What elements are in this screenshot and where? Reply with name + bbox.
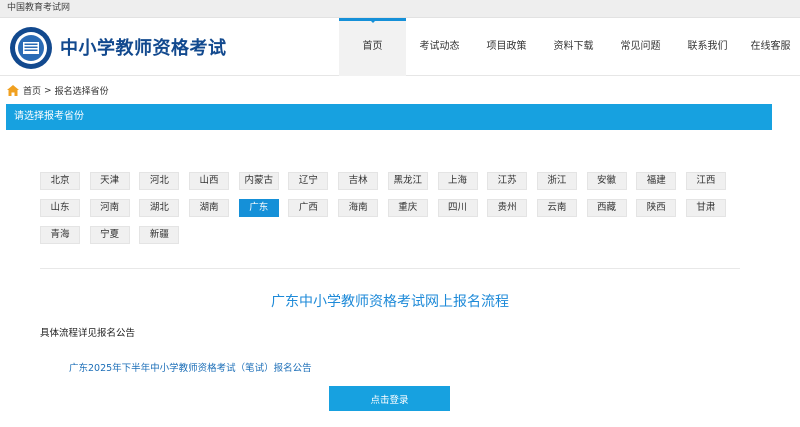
province-button[interactable]: 西藏 xyxy=(586,199,627,217)
detail-label: 具体流程详见报名公告 xyxy=(40,328,136,339)
main-nav: 首页 考试动态 项目政策 资料下载 常见问题 联系我们 在线客服 xyxy=(339,18,800,76)
province-button[interactable]: 宁夏 xyxy=(89,226,130,244)
province-button[interactable]: 黑龙江 xyxy=(387,172,428,190)
province-button[interactable]: 广东 xyxy=(238,199,279,217)
province-grid: 北京 天津 河北 山西 内蒙古 辽宁 吉林 黑龙江 上海 江苏 浙江 安徽 福建 江西山东 河南 湖北 湖南 广东… xyxy=(40,172,740,253)
province-button[interactable]: 甘肃 xyxy=(685,199,726,217)
province-button[interactable]: 内蒙古 xyxy=(238,172,279,190)
province-button[interactable]: 四川 xyxy=(437,199,478,217)
logo-icon[interactable] xyxy=(9,26,53,70)
nav-home[interactable]: 首页 xyxy=(339,18,406,76)
province-button[interactable]: 江西 xyxy=(685,172,726,190)
province-button[interactable]: 福建 xyxy=(636,172,677,190)
login-button[interactable]: 点击登录 xyxy=(329,386,450,411)
province-button[interactable]: 北京 xyxy=(40,172,80,190)
section-banner: 请选择报考省份 xyxy=(6,104,772,130)
province-button[interactable]: 辽宁 xyxy=(288,172,329,190)
province-button[interactable]: 海南 xyxy=(338,199,379,217)
province-button[interactable]: 安徽 xyxy=(586,172,627,190)
nav-policy[interactable]: 项目政策 xyxy=(473,18,540,76)
nav-downloads-label: 资料下载 xyxy=(553,41,594,52)
divider xyxy=(40,268,740,269)
province-button[interactable]: 贵州 xyxy=(487,199,528,217)
province-button[interactable]: 青海 xyxy=(40,226,80,244)
breadcrumb: 首页 > 报名选择省份 xyxy=(7,84,109,97)
province-button[interactable]: 云南 xyxy=(536,199,577,217)
breadcrumb-current: 报名选择省份 xyxy=(54,87,109,97)
province-button[interactable]: 河北 xyxy=(139,172,180,190)
site-title[interactable]: 中小学教师资格考试 xyxy=(60,34,227,60)
nav-online-service-label: 在线客服 xyxy=(750,41,791,52)
header: 中小学教师资格考试 首页 考试动态 项目政策 资料下载 常见问题 联系我们 在线… xyxy=(0,18,800,76)
province-button[interactable]: 湖南 xyxy=(189,199,230,217)
nav-faq-label: 常见问题 xyxy=(620,41,661,52)
nav-exam-news-label: 考试动态 xyxy=(419,41,460,52)
province-button[interactable]: 天津 xyxy=(89,172,130,190)
province-button[interactable]: 重庆 xyxy=(387,199,428,217)
breadcrumb-home[interactable]: 首页 xyxy=(23,84,41,97)
nav-contact-label: 联系我们 xyxy=(687,41,728,52)
province-button[interactable]: 山东 xyxy=(40,199,80,217)
province-button[interactable]: 广西 xyxy=(288,199,329,217)
notice-link[interactable]: 广东2025年下半年中小学教师资格考试（笔试）报名公告 xyxy=(69,360,312,374)
province-button[interactable]: 吉林 xyxy=(338,172,379,190)
nav-home-label: 首页 xyxy=(362,41,383,52)
breadcrumb-separator: > xyxy=(44,85,52,96)
nav-downloads[interactable]: 资料下载 xyxy=(540,18,607,76)
flow-title: 广东中小学教师资格考试网上报名流程 xyxy=(271,294,509,310)
nav-exam-news[interactable]: 考试动态 xyxy=(406,18,473,76)
nav-online-service[interactable]: 在线客服 xyxy=(741,18,800,76)
nav-contact[interactable]: 联系我们 xyxy=(674,18,741,76)
province-button[interactable]: 上海 xyxy=(437,172,478,190)
top-bar: 中国教育考试网 xyxy=(0,0,800,18)
nav-faq[interactable]: 常见问题 xyxy=(607,18,674,76)
province-button[interactable]: 陕西 xyxy=(636,199,677,217)
active-caret-icon xyxy=(367,18,378,23)
province-button[interactable]: 新疆 xyxy=(139,226,180,244)
province-button[interactable]: 浙江 xyxy=(536,172,577,190)
province-button[interactable]: 山西 xyxy=(189,172,230,190)
province-button[interactable]: 河南 xyxy=(89,199,130,217)
province-button[interactable]: 江苏 xyxy=(487,172,528,190)
province-button[interactable]: 湖北 xyxy=(139,199,180,217)
top-bar-site-name: 中国教育考试网 xyxy=(7,3,71,13)
home-icon xyxy=(7,85,19,96)
nav-policy-label: 项目政策 xyxy=(486,41,527,52)
